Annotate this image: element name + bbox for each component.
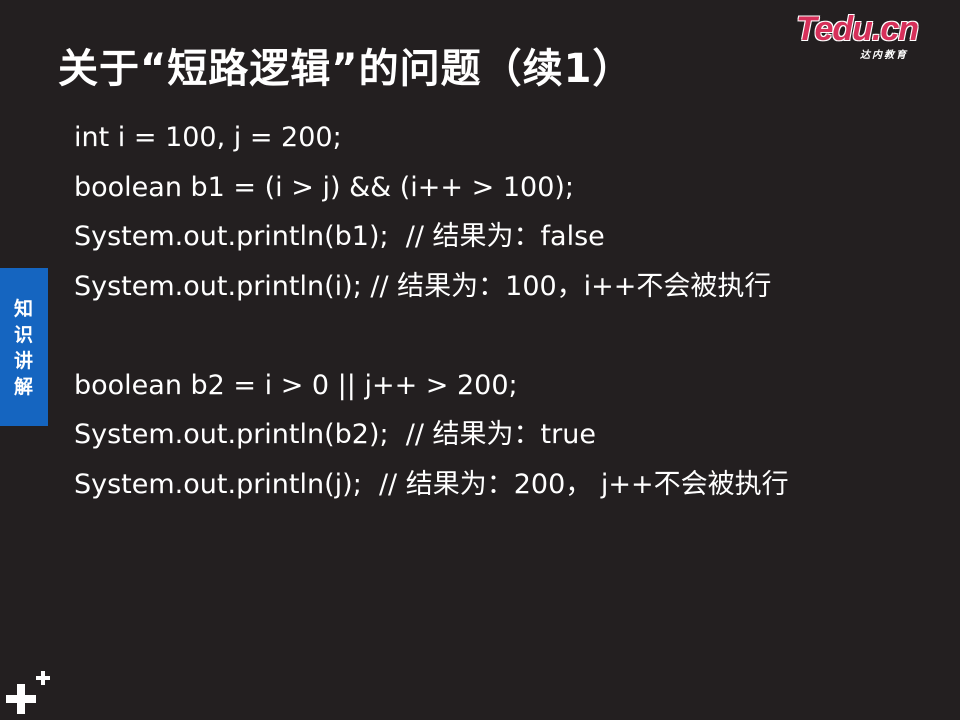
code-line-3: System.out.println(b1); // 结果为：false — [74, 221, 605, 252]
code-line-2: boolean b1 = (i > j) && (i++ > 100); — [74, 171, 575, 203]
code-block: int i = 100, j = 200; boolean b1 = (i > … — [74, 113, 934, 509]
slide-title: 关于“短路逻辑”的问题（续1） — [58, 46, 634, 92]
side-tab-knowledge: 知识讲解 — [0, 268, 48, 426]
plus-plus-icon — [6, 671, 50, 714]
logo-brand: Tedu.cn — [796, 10, 919, 48]
logo-subtitle: 达内教育 — [860, 50, 908, 61]
code-line-1: int i = 100, j = 200; — [74, 122, 342, 153]
tedu-logo: Tedu.cn 达内教育 — [796, 10, 936, 61]
code-line-7: System.out.println(b2); // 结果为：true — [74, 419, 596, 450]
code-line-4: System.out.println(i); // 结果为：100，i++不会被… — [74, 270, 772, 302]
code-line-8: System.out.println(j); // 结果为：200， j++不会… — [74, 468, 789, 500]
side-tab-label: 知识讲解 — [14, 298, 34, 398]
code-line-6: boolean b2 = i > 0 || j++ > 200; — [74, 369, 518, 401]
